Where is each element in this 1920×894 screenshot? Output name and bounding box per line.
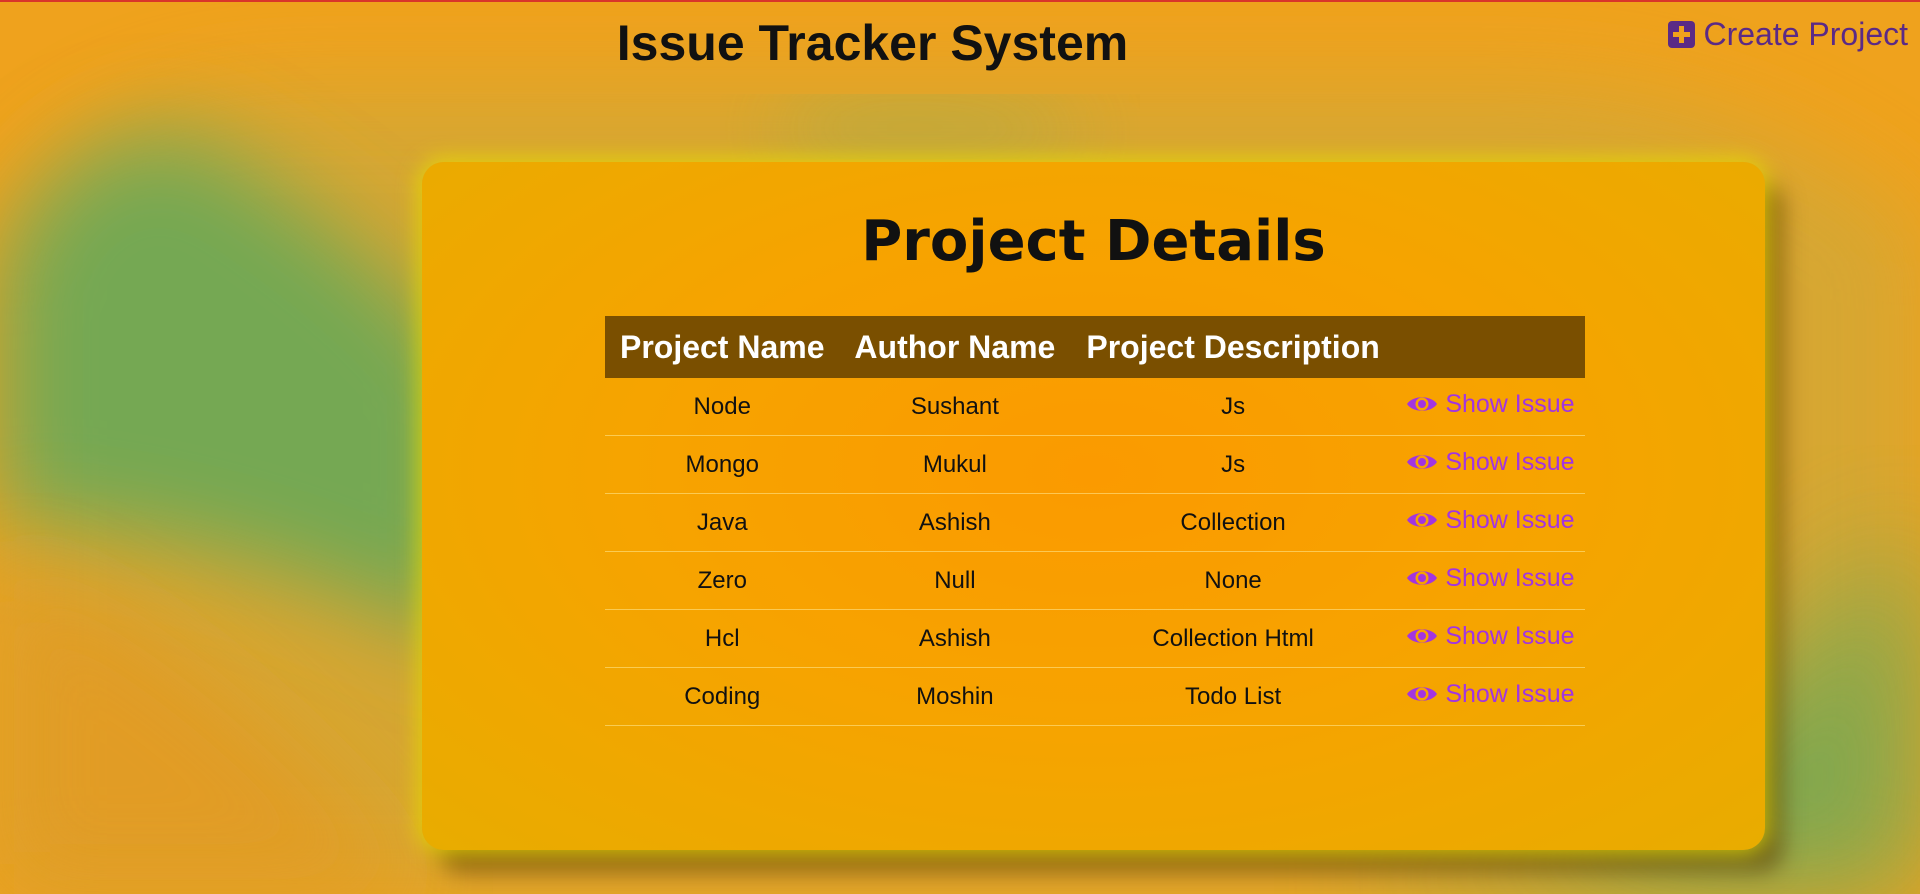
show-issue-link[interactable]: Show Issue [1406,389,1575,419]
project-details-card: Project Details Project Name Author Name… [422,162,1765,850]
eye-icon [1407,455,1438,469]
eye-icon [1407,397,1438,411]
show-issue-link[interactable]: Show Issue [1406,621,1575,651]
column-header-action [1395,316,1585,378]
show-issue-label: Show Issue [1445,389,1575,418]
cell-project-description: Collection [1070,493,1396,552]
column-header-author-name: Author Name [839,316,1071,378]
cell-project-name: Java [605,493,840,552]
cell-author-name: Null [839,551,1071,610]
table-row: Node Sushant Js Show Issue [605,378,1585,436]
cell-project-description: Todo List [1070,667,1396,726]
cell-action: Show Issue [1395,667,1585,726]
show-issue-link[interactable]: Show Issue [1406,563,1575,593]
cell-project-name: Node [605,378,840,436]
show-issue-link[interactable]: Show Issue [1406,505,1575,535]
cell-action: Show Issue [1395,435,1585,494]
table-header-row: Project Name Author Name Project Descrip… [605,316,1585,378]
show-issue-label: Show Issue [1445,563,1575,592]
table-row: Hcl Ashish Collection Html Show Issue [605,609,1585,668]
eye-icon [1407,629,1438,643]
cell-author-name: Sushant [839,378,1071,436]
cell-action: Show Issue [1395,609,1585,668]
cell-author-name: Mukul [839,435,1071,494]
show-issue-label: Show Issue [1445,621,1575,650]
cell-project-name: Coding [605,667,840,726]
table-row: Coding Moshin Todo List Show Issue [605,667,1585,726]
cell-project-name: Zero [605,551,840,610]
projects-table: Project Name Author Name Project Descrip… [605,316,1585,726]
top-border [0,0,1920,2]
eye-icon [1407,571,1438,585]
eye-icon [1407,513,1438,527]
cell-action: Show Issue [1395,378,1585,436]
create-project-link[interactable]: Create Project [1668,16,1908,53]
cell-project-description: Collection Html [1070,609,1396,668]
table-row: Zero Null None Show Issue [605,551,1585,610]
plus-square-icon [1668,21,1696,48]
cell-author-name: Ashish [839,609,1071,668]
show-issue-label: Show Issue [1445,505,1575,534]
table-row: Mongo Mukul Js Show Issue [605,435,1585,494]
cell-author-name: Ashish [839,493,1071,552]
show-issue-link[interactable]: Show Issue [1406,447,1575,477]
create-project-label: Create Project [1703,16,1908,52]
column-header-project-description: Project Description [1070,316,1396,378]
cell-project-description: Js [1070,378,1396,436]
card-title: Project Details [861,209,1326,274]
table-row: Java Ashish Collection Show Issue [605,493,1585,552]
cell-project-name: Mongo [605,435,840,494]
cell-project-description: None [1070,551,1396,610]
show-issue-label: Show Issue [1445,447,1575,476]
cell-action: Show Issue [1395,551,1585,610]
cell-project-description: Js [1070,435,1396,494]
eye-icon [1407,687,1438,701]
site-title: Issue Tracker System [616,15,1129,71]
cell-project-name: Hcl [605,609,840,668]
column-header-project-name: Project Name [605,316,840,378]
show-issue-link[interactable]: Show Issue [1406,679,1575,709]
show-issue-label: Show Issue [1445,679,1575,708]
cell-author-name: Moshin [839,667,1071,726]
cell-action: Show Issue [1395,493,1585,552]
